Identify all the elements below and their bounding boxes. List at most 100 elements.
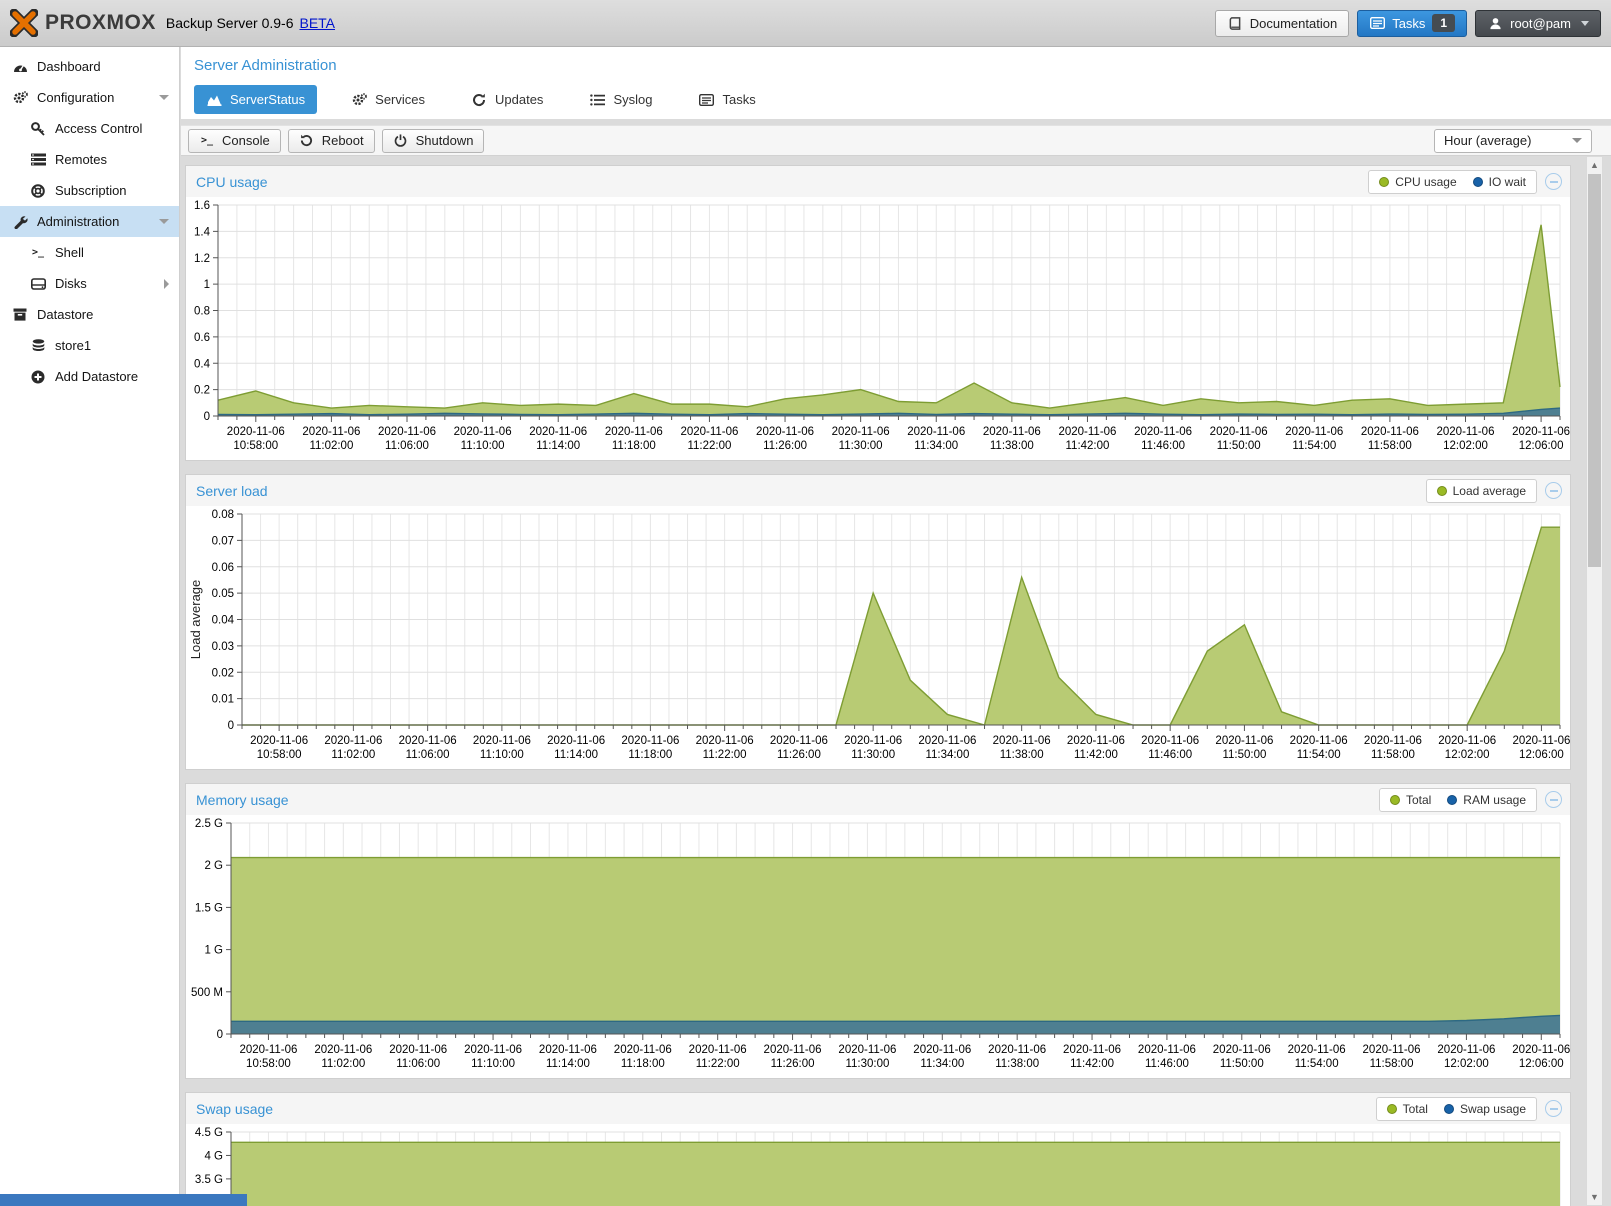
sidebar-item-configuration[interactable]: Configuration	[0, 82, 179, 113]
legend-item[interactable]: Total	[1390, 793, 1431, 807]
svg-text:2020-11-06: 2020-11-06	[907, 426, 965, 438]
svg-text:2020-11-06: 2020-11-06	[227, 426, 285, 438]
product-version: Backup Server 0.9-6	[166, 15, 294, 31]
reboot-button[interactable]: Reboot	[288, 129, 375, 153]
tasks-count-badge: 1	[1432, 14, 1455, 32]
shutdown-button[interactable]: Shutdown	[382, 129, 485, 153]
panel-title: Swap usage	[196, 1101, 273, 1117]
scrollbar-thumb[interactable]	[1588, 174, 1601, 567]
svg-text:0.03: 0.03	[212, 641, 234, 653]
tab-syslog[interactable]: Syslog	[577, 85, 664, 114]
proxmox-logo: PROXMOX	[10, 9, 156, 37]
svg-text:2.5 G: 2.5 G	[195, 818, 223, 830]
svg-text:2020-11-06: 2020-11-06	[1512, 1044, 1570, 1056]
legend-item[interactable]: Swap usage	[1444, 1102, 1526, 1116]
tasks-button[interactable]: Tasks 1	[1357, 10, 1467, 37]
svg-text:11:46:00: 11:46:00	[1141, 440, 1185, 452]
sidebar-item-administration[interactable]: Administration	[0, 206, 179, 237]
legend-dot	[1387, 1104, 1397, 1114]
collapse-panel-icon[interactable]	[1545, 173, 1562, 190]
proxmox-x-icon	[10, 9, 38, 37]
svg-text:4.5 G: 4.5 G	[195, 1127, 223, 1139]
key-icon	[30, 122, 46, 136]
collapse-panel-icon[interactable]	[1545, 791, 1562, 808]
chart-legend: CPU usage IO wait	[1368, 170, 1537, 194]
legend-item[interactable]: Total	[1387, 1102, 1428, 1116]
svg-text:12:06:00: 12:06:00	[1519, 1058, 1564, 1070]
server-load-panel: Server load Load average 00.010.020.030.…	[185, 474, 1571, 770]
lifering-icon	[30, 184, 46, 198]
chart-area-icon	[206, 93, 222, 107]
svg-text:11:02:00: 11:02:00	[321, 1058, 365, 1070]
svg-text:11:18:00: 11:18:00	[628, 749, 672, 761]
legend-item[interactable]: RAM usage	[1447, 793, 1526, 807]
legend-item[interactable]: IO wait	[1473, 175, 1526, 189]
svg-text:11:38:00: 11:38:00	[1000, 749, 1044, 761]
list-icon	[589, 93, 605, 107]
svg-text:2020-11-06: 2020-11-06	[1134, 426, 1192, 438]
svg-text:2020-11-06: 2020-11-06	[389, 1044, 447, 1056]
sidebar-item-store1[interactable]: store1	[0, 330, 179, 361]
svg-text:3.5 G: 3.5 G	[195, 1174, 223, 1186]
svg-text:11:02:00: 11:02:00	[309, 440, 353, 452]
svg-text:11:14:00: 11:14:00	[546, 1058, 590, 1070]
remotes-icon	[30, 153, 46, 167]
sidebar-item-shell[interactable]: >_ Shell	[0, 237, 179, 268]
svg-text:11:10:00: 11:10:00	[471, 1058, 515, 1070]
legend-dot	[1390, 795, 1400, 805]
collapse-panel-icon[interactable]	[1545, 1100, 1562, 1117]
beta-link[interactable]: BETA	[299, 15, 335, 31]
svg-text:11:30:00: 11:30:00	[851, 749, 895, 761]
vertical-scrollbar[interactable]: ▲ ▼	[1586, 156, 1603, 1206]
svg-text:2020-11-06: 2020-11-06	[454, 426, 512, 438]
sidebar-item-datastore[interactable]: Datastore	[0, 299, 179, 330]
svg-text:2020-11-06: 2020-11-06	[1288, 1044, 1346, 1056]
tab-services[interactable]: Services	[339, 85, 437, 114]
memory-usage-panel: Memory usage TotalRAM usage 0500 M1 G1.5…	[185, 783, 1571, 1079]
legend-item[interactable]: Load average	[1437, 484, 1526, 498]
panel-title: Memory usage	[196, 792, 289, 808]
server-load-chart: 00.010.020.030.040.050.060.070.082020-11…	[186, 506, 1570, 769]
svg-text:2020-11-06: 2020-11-06	[844, 735, 902, 747]
user-menu-button[interactable]: root@pam	[1475, 10, 1601, 37]
sidebar-item-dashboard[interactable]: Dashboard	[0, 51, 179, 82]
svg-text:11:06:00: 11:06:00	[385, 440, 429, 452]
timeframe-select[interactable]: Hour (average)	[1434, 129, 1592, 153]
svg-text:2020-11-06: 2020-11-06	[614, 1044, 672, 1056]
svg-text:11:42:00: 11:42:00	[1066, 440, 1110, 452]
console-button[interactable]: >_ Console	[188, 129, 281, 153]
tab-tasks[interactable]: Tasks	[686, 85, 767, 114]
tab-updates[interactable]: Updates	[459, 85, 555, 114]
svg-text:2020-11-06: 2020-11-06	[547, 735, 605, 747]
svg-text:2020-11-06: 2020-11-06	[239, 1044, 297, 1056]
sidebar-item-disks[interactable]: Disks	[0, 268, 179, 299]
panel-title: Server load	[196, 483, 268, 499]
svg-text:0.6: 0.6	[194, 332, 210, 344]
svg-text:11:22:00: 11:22:00	[687, 440, 731, 452]
chevron-down-icon[interactable]	[159, 219, 169, 224]
svg-text:1.5 G: 1.5 G	[195, 902, 223, 914]
tasks-list-icon	[698, 93, 714, 107]
sidebar-item-subscription[interactable]: Subscription	[0, 175, 179, 206]
svg-text:0.8: 0.8	[194, 306, 210, 318]
svg-text:12:06:00: 12:06:00	[1519, 749, 1564, 761]
scroll-down-arrow[interactable]: ▼	[1587, 1189, 1602, 1205]
tab-serverstatus[interactable]: ServerStatus	[194, 85, 317, 114]
svg-text:12:02:00: 12:02:00	[1443, 440, 1488, 452]
svg-text:11:18:00: 11:18:00	[621, 1058, 665, 1070]
svg-text:11:06:00: 11:06:00	[396, 1058, 440, 1070]
chevron-right-icon[interactable]	[164, 279, 169, 289]
chevron-down-icon	[1581, 21, 1589, 26]
documentation-button[interactable]: Documentation	[1215, 10, 1349, 37]
sidebar-item-add-datastore[interactable]: Add Datastore	[0, 361, 179, 392]
collapse-panel-icon[interactable]	[1545, 482, 1562, 499]
svg-text:2020-11-06: 2020-11-06	[1215, 735, 1273, 747]
legend-item[interactable]: CPU usage	[1379, 175, 1456, 189]
scroll-up-arrow[interactable]: ▲	[1587, 157, 1602, 173]
svg-text:11:10:00: 11:10:00	[461, 440, 505, 452]
sidebar-item-access-control[interactable]: Access Control	[0, 113, 179, 144]
chevron-down-icon[interactable]	[159, 95, 169, 100]
sidebar-item-remotes[interactable]: Remotes	[0, 144, 179, 175]
svg-text:4 G: 4 G	[204, 1150, 223, 1162]
svg-text:11:50:00: 11:50:00	[1222, 749, 1266, 761]
